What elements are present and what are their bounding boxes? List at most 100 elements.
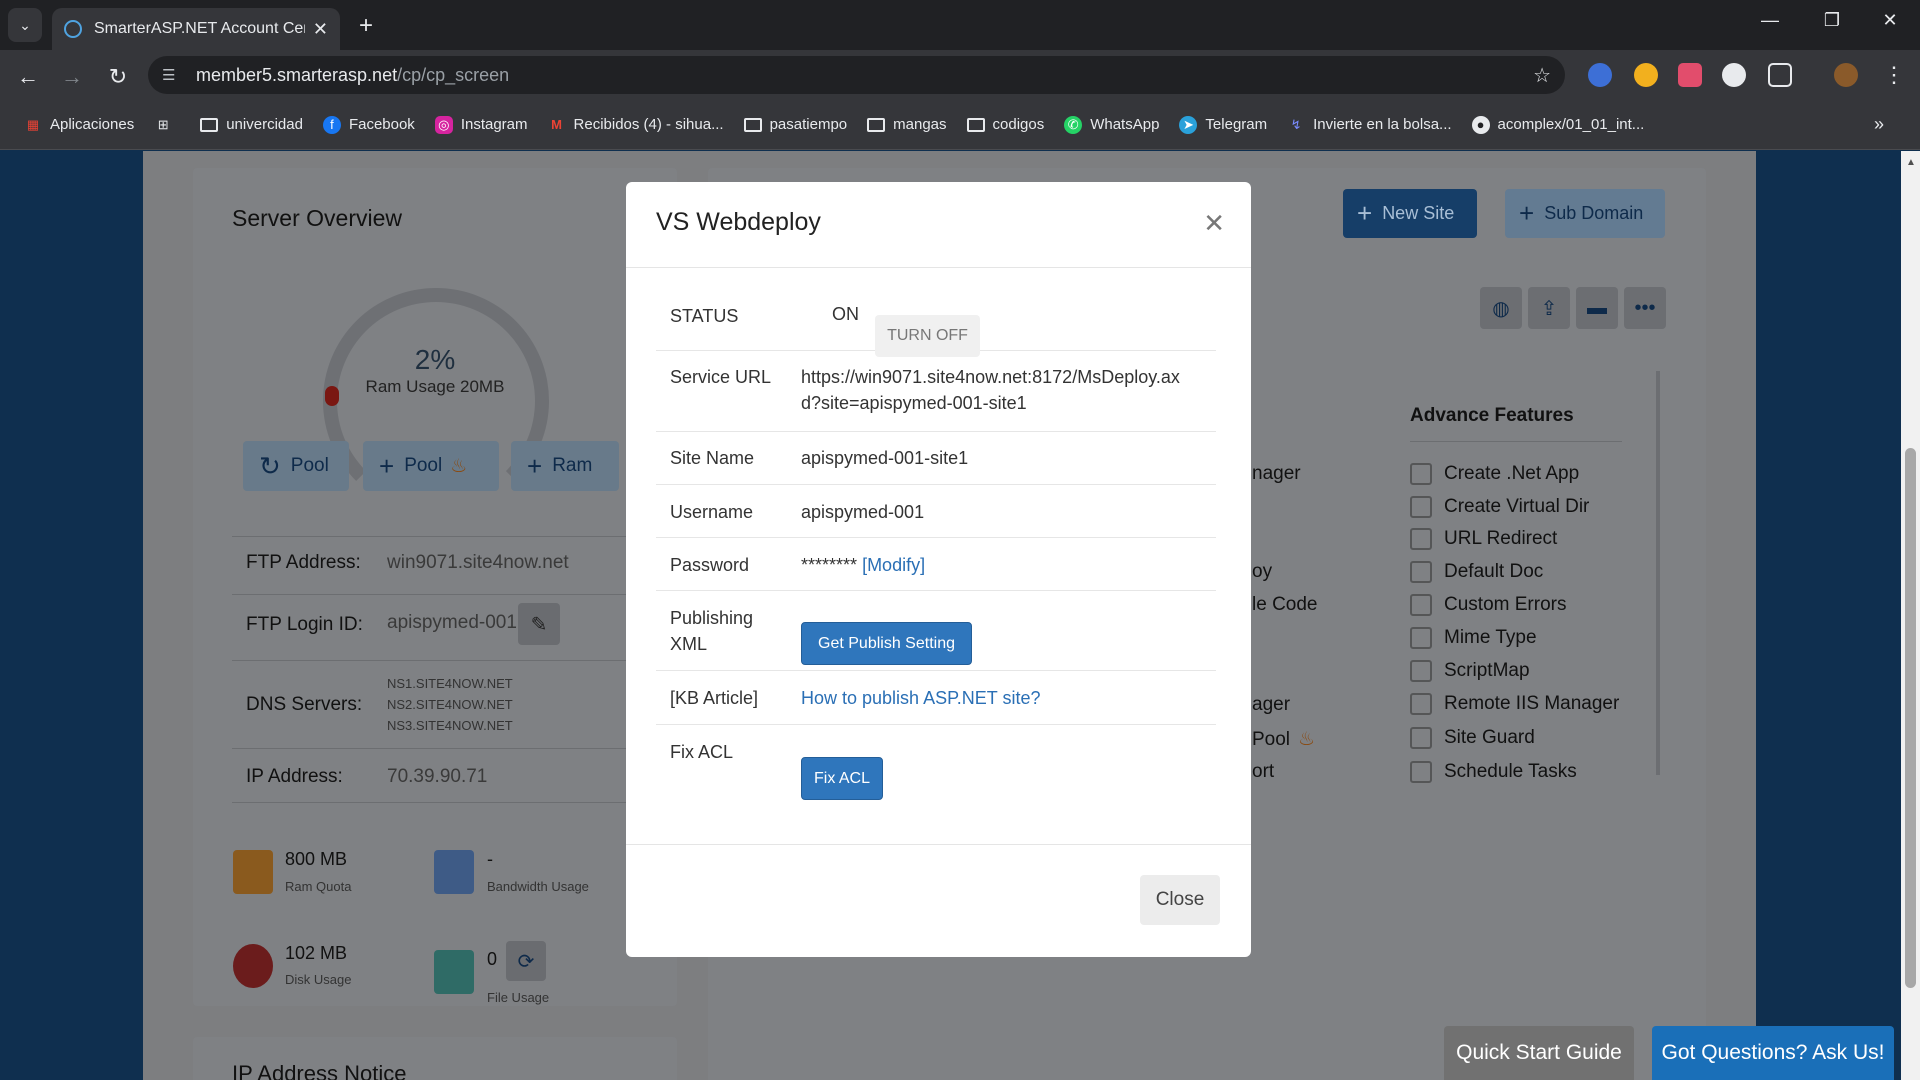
got-questions-button[interactable]: Got Questions? Ask Us! <box>1652 1026 1894 1080</box>
close-window-icon[interactable]: ✕ <box>1870 10 1910 31</box>
bookmark-invierte[interactable]: ↯ Invierte en la bolsa... <box>1287 116 1452 134</box>
close-icon[interactable]: ✕ <box>1203 208 1225 239</box>
folder-button[interactable]: ▬ <box>1576 287 1618 329</box>
extensions-puzzle-icon[interactable] <box>1768 63 1792 87</box>
create-virtual-dir-link[interactable]: Create Virtual Dir <box>1410 496 1589 518</box>
browser-menu-icon[interactable]: ⋮ <box>1880 62 1908 88</box>
restore-icon[interactable]: ❐ <box>1812 10 1852 31</box>
more-button[interactable]: ••• <box>1624 287 1666 329</box>
get-publish-setting-button[interactable]: Get Publish Setting <box>801 622 972 665</box>
password-label: Password <box>670 555 750 575</box>
ram-quota-label: Ram Quota <box>285 879 352 894</box>
add-ram-button[interactable]: + Ram <box>511 441 619 491</box>
back-icon[interactable]: ← <box>14 64 42 90</box>
default-doc-link[interactable]: Default Doc <box>1410 561 1543 583</box>
chart-icon: ↯ <box>1290 116 1302 132</box>
close-button[interactable]: Close <box>1140 875 1220 925</box>
scriptmap-link[interactable]: ScriptMap <box>1410 660 1530 682</box>
url-redirect-link[interactable]: URL Redirect <box>1410 528 1557 550</box>
feature-item-partial[interactable]: le Code <box>1252 594 1318 616</box>
close-tab-icon[interactable]: ✕ <box>313 19 328 40</box>
feature-item-partial[interactable]: ager <box>1252 694 1290 716</box>
fix-acl-button[interactable]: Fix ACL <box>801 757 883 800</box>
bookmark-whatsapp[interactable]: ✆ WhatsApp <box>1064 115 1159 134</box>
extension-m-icon[interactable] <box>1722 63 1746 87</box>
site-info-icon[interactable]: ☰ <box>162 66 184 84</box>
forward-icon[interactable]: → <box>58 64 86 90</box>
modal-header: VS Webdeploy ✕ <box>626 182 1251 268</box>
extension-colorful-icon[interactable] <box>1678 63 1702 87</box>
browser-tab[interactable]: SmarterASP.NET Account Cente ✕ <box>52 8 340 50</box>
upload-button[interactable]: ⇪ <box>1528 287 1570 329</box>
bookmark-star-icon[interactable]: ☆ <box>1533 63 1551 88</box>
add-ram-label: Ram <box>552 455 593 476</box>
file-usage-label: File Usage <box>487 990 550 1005</box>
file-usage-value: 0 <box>487 949 498 969</box>
bookmark-gmail[interactable]: M Recibidos (4) - sihua... <box>548 116 723 134</box>
bookmark-mangas[interactable]: mangas <box>867 116 947 133</box>
ram-gauge-indicator <box>325 386 339 406</box>
bookmark-apps[interactable]: ▦ Aplicaciones <box>24 116 134 134</box>
create-net-app-link[interactable]: Create .Net App <box>1410 463 1579 485</box>
quick-start-guide-button[interactable]: Quick Start Guide <box>1444 1026 1634 1080</box>
bookmark-telegram[interactable]: ➤ Telegram <box>1179 115 1267 134</box>
bookmark-univercidad[interactable]: univercidad <box>200 116 303 133</box>
site-guard-link[interactable]: Site Guard <box>1410 727 1535 749</box>
extension-drive-icon[interactable] <box>1588 63 1612 87</box>
address-bar[interactable]: ☰ member5.smarterasp.net/cp/cp_screen ☆ <box>148 56 1565 94</box>
password-row: Password ******** [Modify] <box>656 538 1216 591</box>
publishing-xml-label-2: XML <box>670 634 708 654</box>
feature-item-partial[interactable]: ort <box>1252 761 1274 783</box>
refresh-file-usage-button[interactable]: ⟳ <box>506 941 546 981</box>
dns-server-3: NS3.SITE4NOW.NET <box>387 718 513 733</box>
bookmark-codigos[interactable]: codigos <box>966 116 1044 133</box>
feature-label: URL Redirect <box>1444 528 1558 549</box>
mime-type-link[interactable]: Mime Type <box>1410 627 1537 649</box>
kb-article-row: [KB Article] How to publish ASP.NET site… <box>656 671 1216 725</box>
bookmark-label: acomplex/01_01_int... <box>1497 116 1645 133</box>
feature-label: Schedule Tasks <box>1444 761 1577 782</box>
feature-item-partial[interactable]: nager <box>1252 463 1301 485</box>
pencil-icon: ✎ <box>530 613 548 636</box>
recycle-pool-button[interactable]: ↻ Pool <box>243 441 349 491</box>
kb-article-link[interactable]: How to publish ASP.NET site? <box>801 685 1040 711</box>
page-scrollbar[interactable]: ▲ <box>1901 151 1920 1080</box>
minimize-icon[interactable]: — <box>1750 10 1790 31</box>
modify-password-link[interactable]: [Modify] <box>862 555 925 575</box>
new-tab-button[interactable]: + <box>352 12 380 40</box>
reload-icon[interactable]: ↻ <box>104 64 132 90</box>
sub-domain-button[interactable]: + Sub Domain <box>1505 189 1665 238</box>
bookmark-pasatiempo[interactable]: pasatiempo <box>743 116 847 133</box>
divider <box>232 536 638 537</box>
bandwidth-value: - <box>487 849 493 869</box>
bookmark-facebook[interactable]: f Facebook <box>322 115 415 134</box>
feature-item-partial[interactable]: oy <box>1252 561 1272 583</box>
schedule-tasks-link[interactable]: Schedule Tasks <box>1410 761 1577 783</box>
edit-ftp-login-button[interactable]: ✎ <box>518 603 560 645</box>
extension-chrome-icon[interactable] <box>1634 63 1658 87</box>
scroll-up-icon[interactable]: ▲ <box>1906 157 1916 168</box>
feature-item-partial[interactable]: Pool ♨ <box>1252 728 1315 751</box>
add-pool-button[interactable]: + Pool ♨ <box>363 441 499 491</box>
scrollbar-thumb[interactable] <box>1905 448 1916 988</box>
url-host: member5.smarterasp.net <box>196 64 398 85</box>
warning-icon <box>1410 594 1432 616</box>
tab-search-button[interactable]: ⌄ <box>8 8 42 42</box>
browser-toolbar: ← → ↻ ☰ member5.smarterasp.net/cp/cp_scr… <box>0 50 1920 100</box>
shield-icon <box>1410 727 1432 749</box>
refresh-icon: ⟳ <box>517 950 535 973</box>
status-label: STATUS <box>670 306 739 326</box>
remote-iis-manager-link[interactable]: Remote IIS Manager <box>1410 693 1619 715</box>
globe-button[interactable]: ◍ <box>1480 287 1522 329</box>
more-bookmarks-icon[interactable]: » <box>1874 114 1884 135</box>
divider <box>1410 441 1622 442</box>
bookmark-github[interactable]: ● acomplex/01_01_int... <box>1471 115 1645 134</box>
feature-label: Create Virtual Dir <box>1444 496 1590 517</box>
new-site-button[interactable]: + New Site <box>1343 189 1477 238</box>
bookmark-tab-groups[interactable]: ⊞ <box>154 116 180 134</box>
profile-avatar[interactable] <box>1834 63 1858 87</box>
custom-errors-link[interactable]: Custom Errors <box>1410 594 1566 616</box>
divider <box>232 594 638 595</box>
ram-quota-value: 800 MB <box>285 849 348 869</box>
bookmark-instagram[interactable]: ◎ Instagram <box>434 115 528 134</box>
